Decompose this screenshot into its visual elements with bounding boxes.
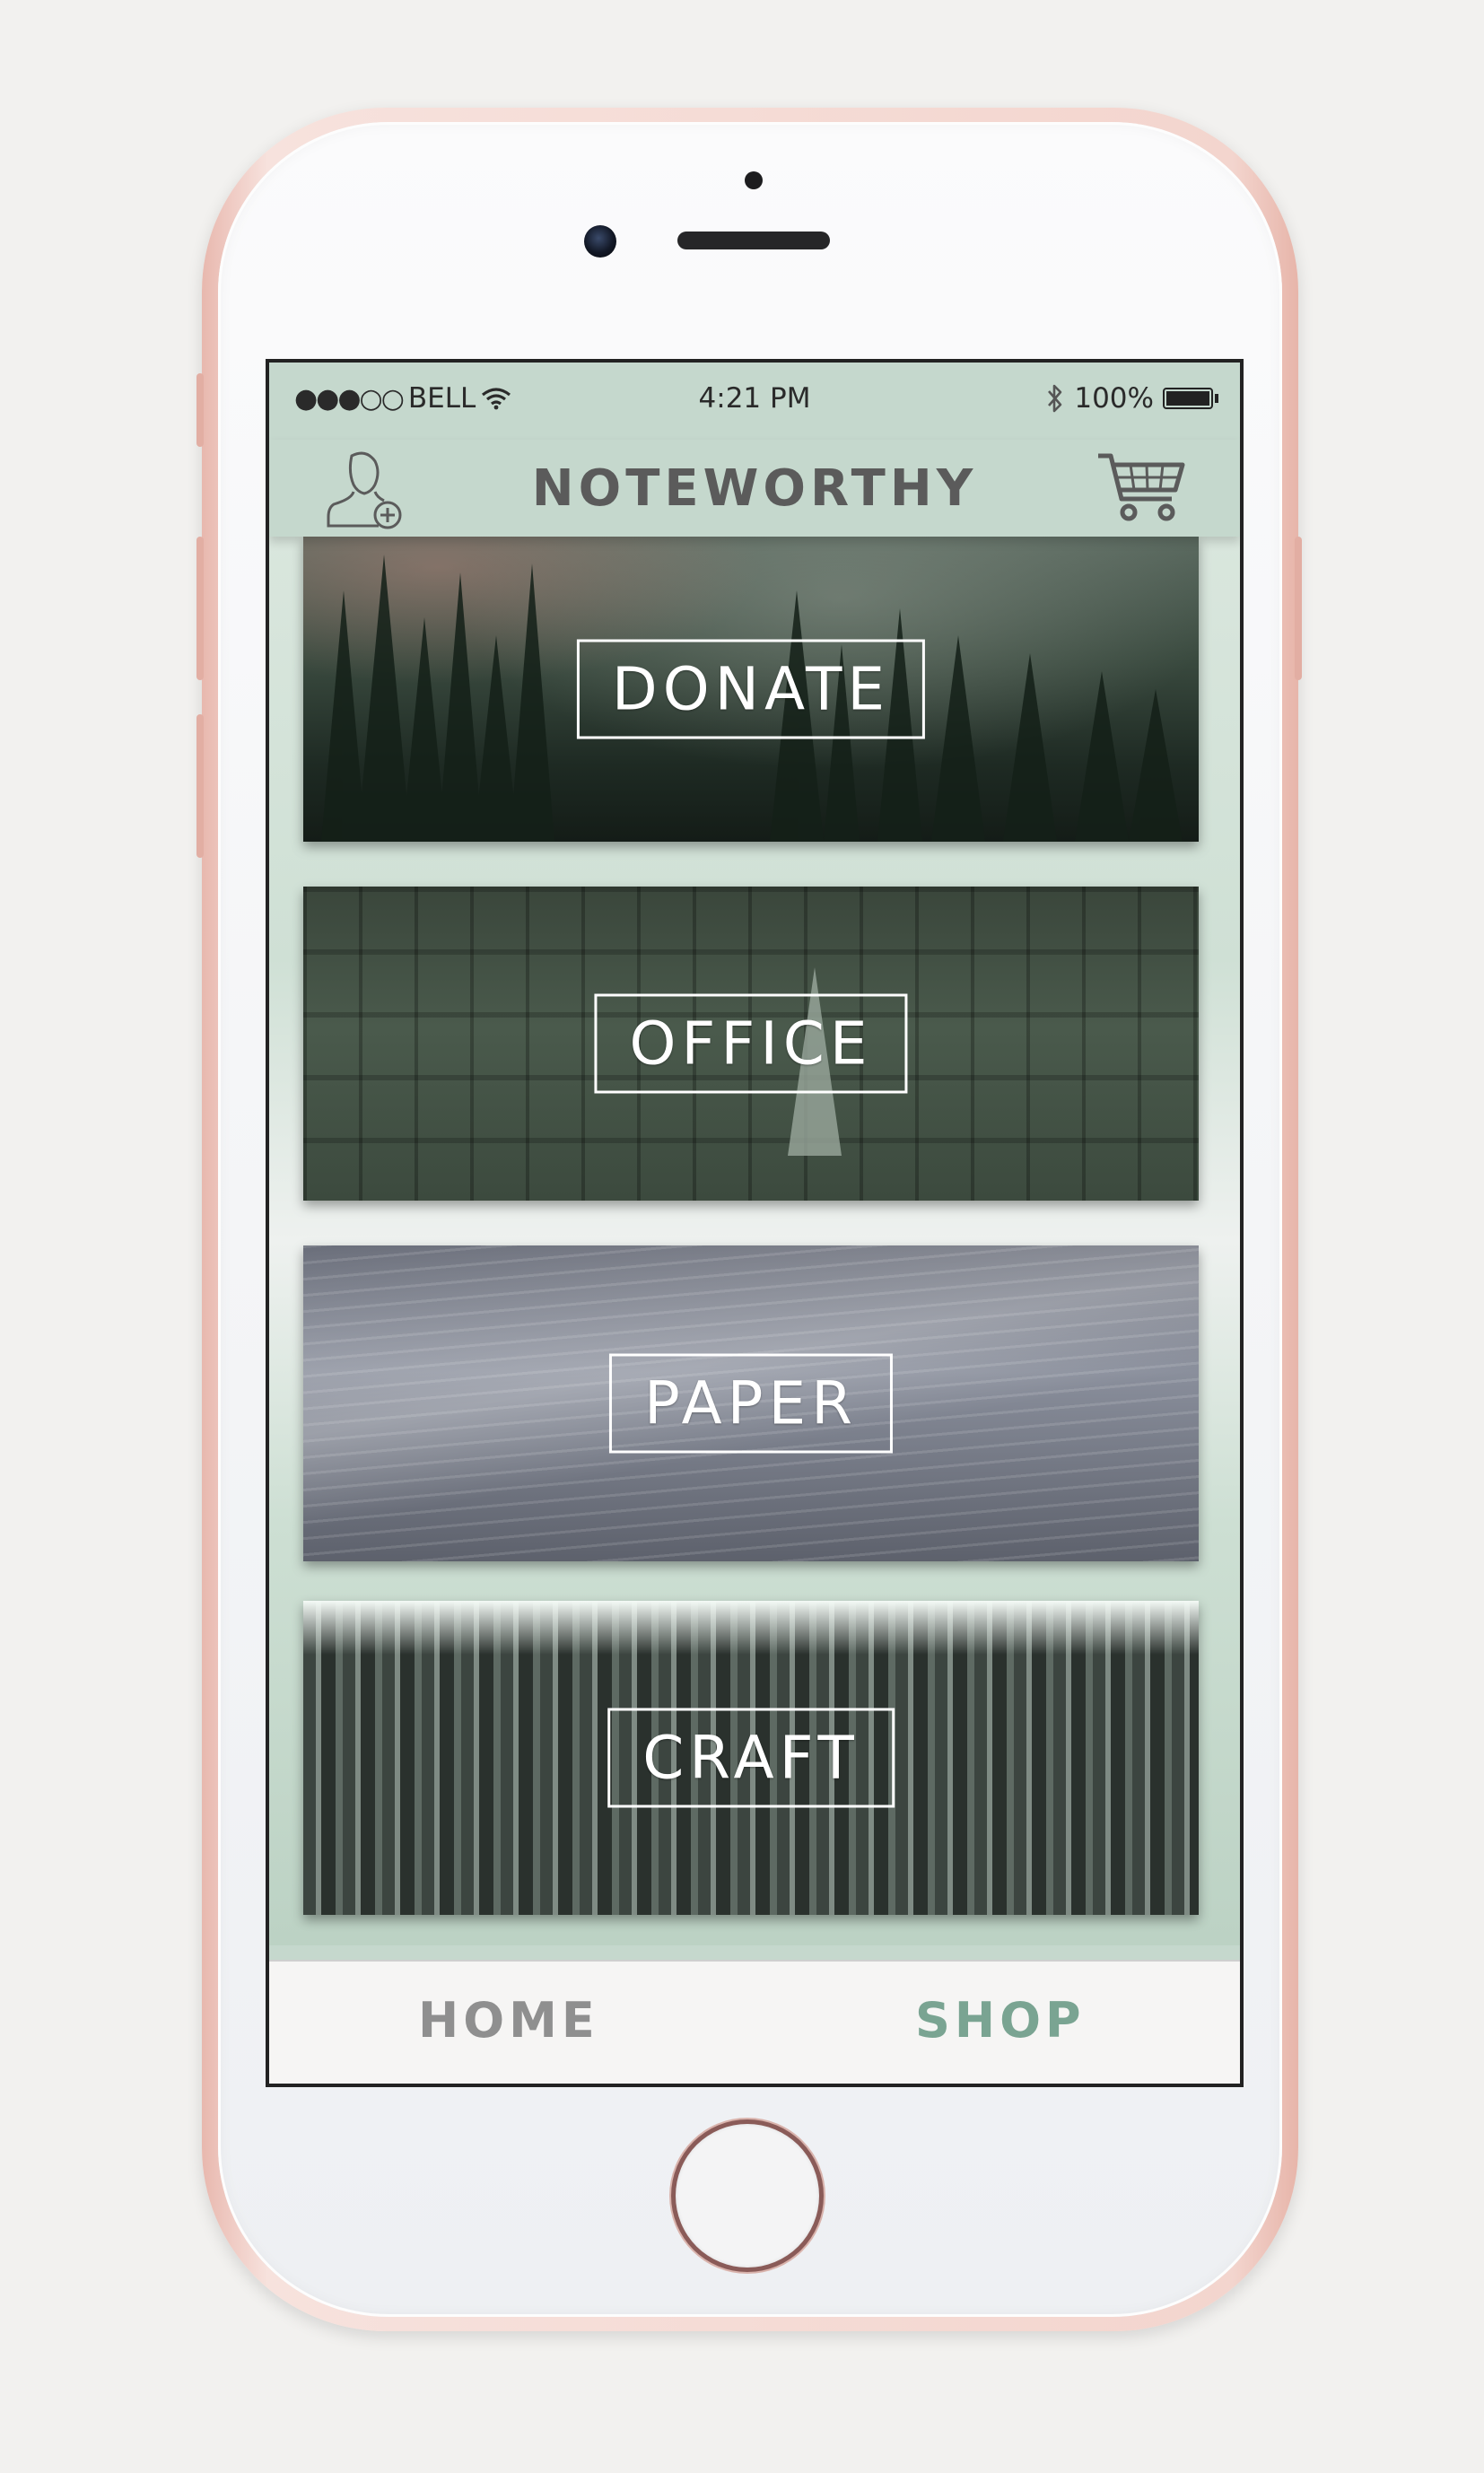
category-label-donate: DONATE xyxy=(576,639,926,739)
category-label-paper: PAPER xyxy=(608,1353,894,1454)
category-tile-craft[interactable]: CRAFT xyxy=(303,1601,1199,1915)
app-title: NOTEWORTHY xyxy=(531,459,978,518)
mute-switch xyxy=(196,373,204,447)
navigation-bar: NOTEWORTHY xyxy=(269,440,1240,537)
power-button xyxy=(1295,537,1302,680)
earpiece-speaker xyxy=(677,232,830,249)
category-tile-office[interactable]: OFFICE xyxy=(303,887,1199,1201)
front-camera xyxy=(584,225,616,258)
volume-down-button xyxy=(196,714,204,858)
category-list: DONATE OFFICE PAPER CRAFT xyxy=(269,537,1240,1945)
category-label-craft: CRAFT xyxy=(607,1708,895,1808)
shopping-cart-icon[interactable] xyxy=(1096,449,1186,524)
bluetooth-icon xyxy=(1048,384,1062,413)
tab-shop[interactable]: SHOP xyxy=(915,1992,1086,2049)
category-tile-donate[interactable]: DONATE xyxy=(303,537,1199,842)
category-tile-paper[interactable]: PAPER xyxy=(303,1245,1199,1561)
battery-percent: 100% xyxy=(1074,382,1154,415)
tab-bar: HOME SHOP xyxy=(269,1960,1240,2084)
home-button[interactable] xyxy=(676,2124,819,2268)
status-bar: ●●●○○ BELL 4:21 PM 100% xyxy=(269,363,1240,445)
app-screen: ●●●○○ BELL 4:21 PM 100% NOTEWORTHY DONAT… xyxy=(266,359,1244,2087)
proximity-sensor xyxy=(745,171,763,189)
battery-tip xyxy=(1215,394,1218,403)
category-label-office: OFFICE xyxy=(594,993,908,1094)
tab-home[interactable]: HOME xyxy=(418,1992,599,2049)
battery-icon xyxy=(1163,388,1213,409)
status-right: 100% xyxy=(1045,382,1218,415)
volume-up-button xyxy=(196,537,204,680)
